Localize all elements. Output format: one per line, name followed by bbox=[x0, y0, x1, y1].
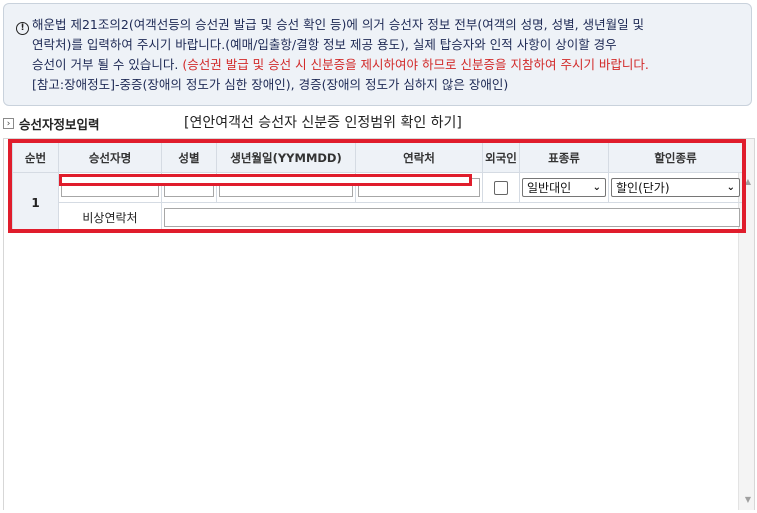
notice-line-2: 연락처)를 입력하여 주시기 바랍니다.(예매/입출항/결항 정보 제공 용도)… bbox=[32, 37, 617, 52]
notice-text: 해운법 제21조의2(여객선등의 승선권 발급 및 승선 확인 등)에 의거 승… bbox=[32, 15, 742, 95]
exclamation-circle-icon: ! bbox=[16, 22, 29, 35]
notice-line-3-red: (승선권 발급 및 승선 시 신분증을 제시하여야 하므로 신분증을 지참하여 … bbox=[182, 57, 649, 72]
scroll-down-icon[interactable]: ▼ bbox=[745, 495, 751, 504]
notice-line-3-normal: 승선이 거부 될 수 있습니다. bbox=[32, 57, 183, 72]
highlight-box bbox=[8, 139, 746, 233]
id-range-check-link[interactable]: [연안여객선 승선자 신분증 인정범위 확인 하기] bbox=[184, 112, 462, 132]
notice-line-3: 승선이 거부 될 수 있습니다. (승선권 발급 및 승선 시 신분증을 제시하… bbox=[32, 55, 742, 75]
highlight-bar bbox=[59, 174, 472, 186]
notice-line-4: [참고:장애정도]-중증(장애의 정도가 심한 장애인), 경증(장애의 정도가… bbox=[32, 77, 509, 92]
notice-box: ! 해운법 제21조의2(여객선등의 승선권 발급 및 승선 확인 등)에 의거… bbox=[3, 3, 752, 106]
section-title-label: 승선자정보입력 bbox=[19, 116, 100, 132]
notice-line-1: 해운법 제21조의2(여객선등의 승선권 발급 및 승선 확인 등)에 의거 승… bbox=[32, 17, 645, 32]
chevron-right-icon: › bbox=[3, 117, 14, 129]
section-title: › 승선자정보입력 bbox=[3, 113, 100, 133]
